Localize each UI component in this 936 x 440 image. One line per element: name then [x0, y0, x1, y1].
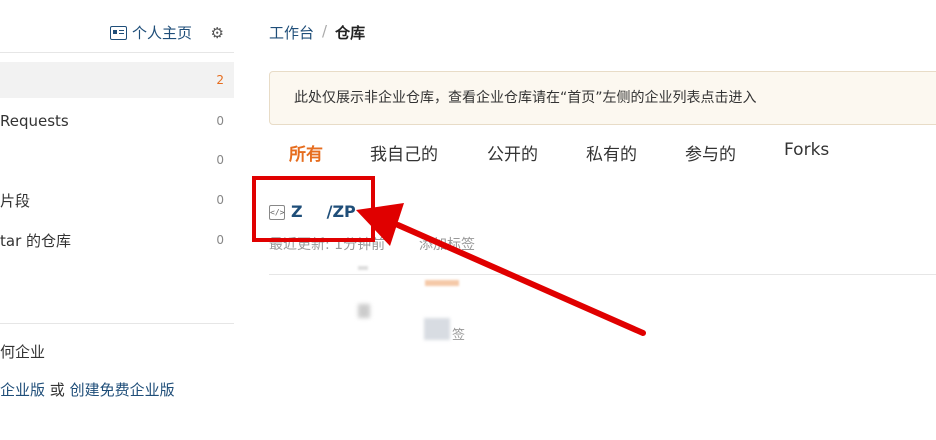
annotation-arrow — [356, 203, 646, 336]
